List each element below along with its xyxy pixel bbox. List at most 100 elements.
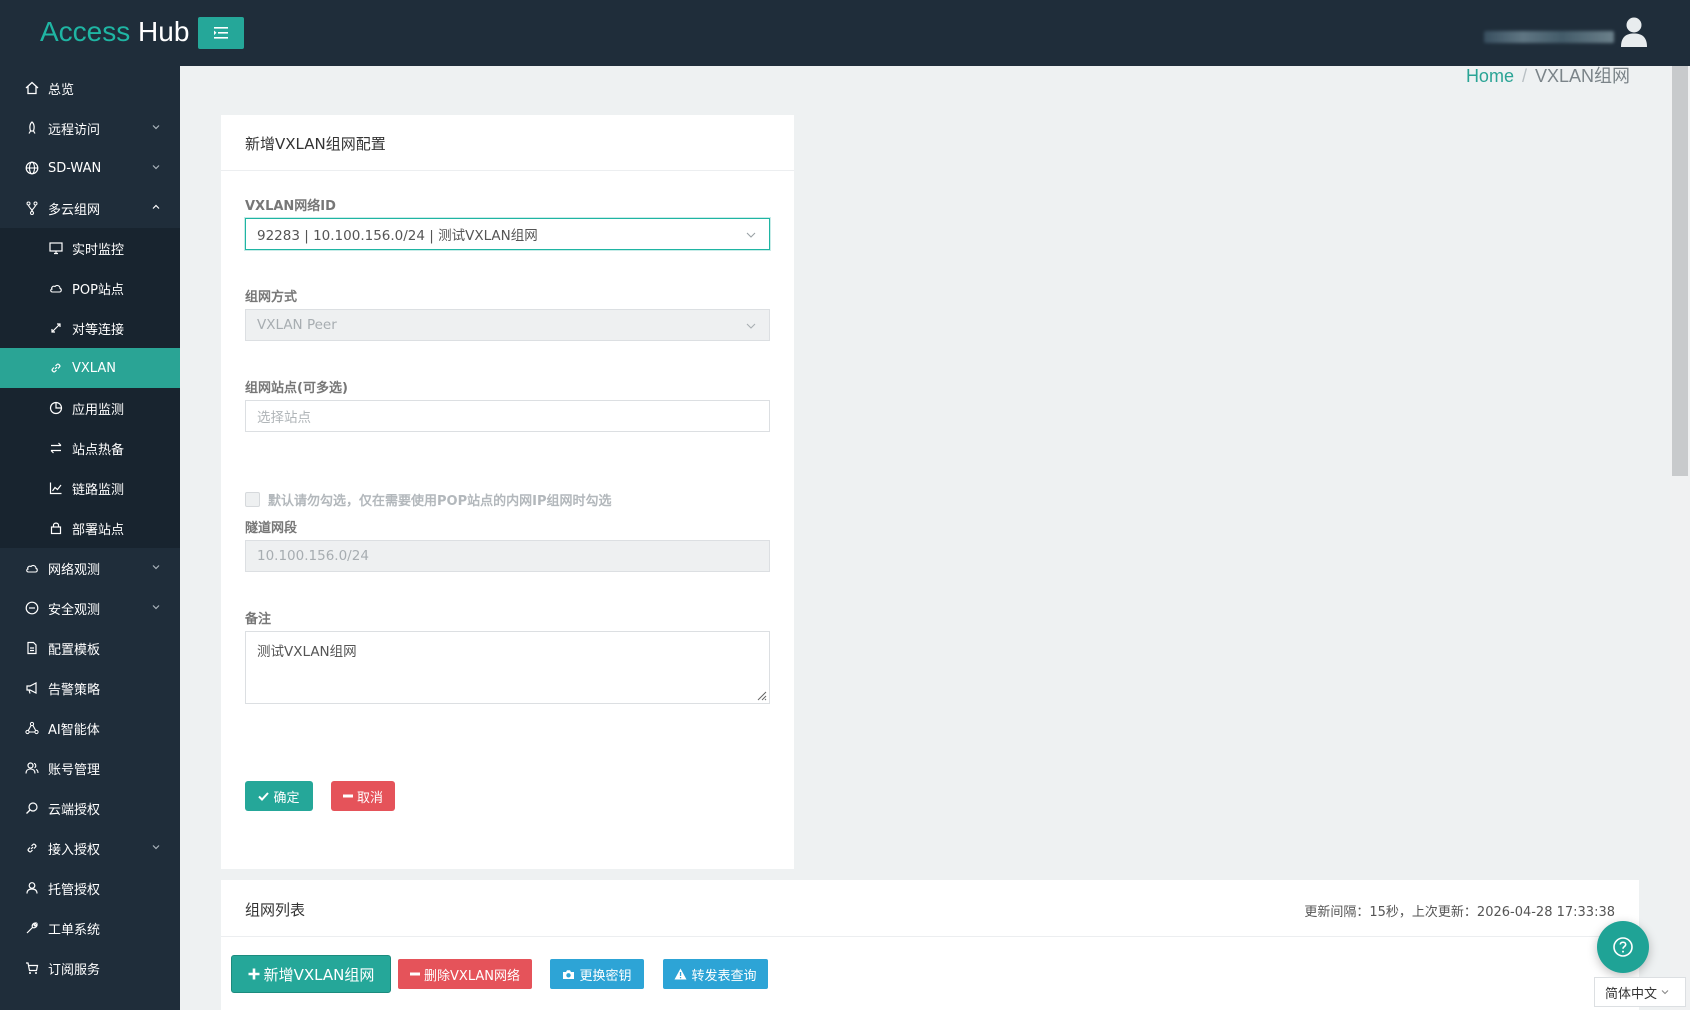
sidebar-item-config-templates[interactable]: 配置模板 (0, 628, 180, 668)
sidebar-item-label: 安全观测 (48, 602, 101, 618)
sidebar-item-hosted-auth[interactable]: 托管授权 (0, 868, 180, 908)
sidebar-item-label: 远程访问 (48, 122, 101, 138)
pop-ip-checkbox[interactable] (245, 492, 260, 507)
add-vxlan-button[interactable]: 新增VXLAN组网 (231, 955, 391, 993)
cloud-icon (24, 560, 40, 576)
sidebar-item-accounts[interactable]: 账号管理 (0, 748, 180, 788)
tunnel-label: 隧道网段 (245, 521, 298, 536)
sidebar-item-label: SD-WAN (48, 160, 102, 176)
sidebar-item-label: 总览 (48, 82, 75, 98)
sidebar-subitem-link-monitor[interactable]: 链路监测 (0, 468, 180, 508)
menu-toggle-button[interactable] (198, 17, 244, 49)
rekey-label: 更换密钥 (579, 968, 632, 984)
sidebar-item-network-observe[interactable]: 网络观测 (0, 548, 180, 588)
add-vxlan-label: 新增VXLAN组网 (263, 965, 375, 984)
submenu-multicloud: 实时监控 POP站点 对等连接 VXLAN 应用监测 站点热备 链路监测 部署站… (0, 228, 180, 548)
fork-icon (24, 200, 40, 216)
remark-label: 备注 (245, 612, 272, 627)
sidebar-item-label: 账号管理 (48, 762, 101, 778)
chevron-down-icon (1661, 990, 1669, 995)
sidebar-item-access-auth[interactable]: 接入授权 (0, 828, 180, 868)
sidebar-item-security-observe[interactable]: 安全观测 (0, 588, 180, 628)
sidebar-item-label: POP站点 (72, 282, 124, 298)
network-list-card: 组网列表 更新间隔：15秒，上次更新：2026-04-28 17:33:38 新… (221, 880, 1639, 1010)
link-icon (48, 360, 64, 376)
pop-ip-checkbox-row[interactable]: 默认请勿勾选，仅在需要使用POP站点的内网IP组网时勾选 (245, 490, 611, 509)
tunnel-value: 10.100.156.0/24 (257, 548, 369, 564)
divider (221, 936, 1639, 937)
sidebar-item-label: 对等连接 (72, 322, 125, 338)
sidebar-item-label: 配置模板 (48, 642, 101, 658)
language-select[interactable]: 简体中文 (1594, 977, 1686, 1007)
question-icon (1613, 937, 1633, 957)
delete-vxlan-label: 删除VXLAN网络 (424, 968, 520, 984)
sidebar-item-label: 订阅服务 (48, 962, 101, 978)
key-search-icon (24, 800, 40, 816)
minus-icon (342, 794, 353, 798)
chevron-up-icon (152, 204, 160, 209)
globe-icon (24, 160, 40, 176)
mode-label: 组网方式 (245, 290, 298, 305)
sidebar-item-multicloud[interactable]: 多云组网 (0, 188, 180, 228)
sidebar-item-label: VXLAN (72, 360, 116, 376)
arrows-diagonal-icon (48, 320, 64, 336)
mode-select[interactable]: VXLAN Peer (245, 309, 770, 341)
help-button[interactable] (1597, 921, 1649, 973)
sidebar-item-label: 部署站点 (72, 522, 125, 538)
breadcrumb-current: VXLAN组网 (1534, 66, 1630, 86)
chevron-down-icon (152, 605, 160, 610)
sidebar-item-subscription[interactable]: 订阅服务 (0, 948, 180, 988)
sites-select[interactable]: 选择站点 (245, 400, 770, 432)
remark-textarea[interactable]: 测试VXLAN组网 (245, 631, 770, 704)
breadcrumb: Home / VXLAN组网 (1466, 62, 1630, 88)
vxlan-id-label: VXLAN网络ID (245, 199, 336, 214)
sidebar-item-tickets[interactable]: 工单系统 (0, 908, 180, 948)
tunnel-input[interactable]: 10.100.156.0/24 (245, 540, 770, 572)
sidebar-subitem-peering[interactable]: 对等连接 (0, 308, 180, 348)
confirm-button[interactable]: 确定 (245, 781, 313, 811)
delete-vxlan-button[interactable]: 删除VXLAN网络 (398, 959, 532, 989)
sidebar-item-overview[interactable]: 总览 (0, 68, 180, 108)
monitor-icon (48, 240, 64, 256)
forward-table-button[interactable]: 转发表查询 (663, 959, 768, 989)
chevron-down-icon (152, 125, 160, 130)
sidebar-item-ai-agent[interactable]: AI智能体 (0, 708, 180, 748)
sidebar-subitem-realtime-monitor[interactable]: 实时监控 (0, 228, 180, 268)
wrench-icon (24, 920, 40, 936)
brand-logo[interactable]: Access Hub (40, 16, 189, 48)
sidebar-item-sdwan[interactable]: SD-WAN (0, 148, 180, 188)
cancel-button[interactable]: 取消 (331, 781, 395, 811)
brand-part1: Access (40, 16, 139, 47)
sidebar-subitem-deploy-sites[interactable]: 部署站点 (0, 508, 180, 548)
confirm-button-label: 确定 (273, 790, 300, 806)
minus-icon (410, 972, 421, 976)
sidebar-item-label: 实时监控 (72, 242, 125, 258)
users-icon (24, 760, 40, 776)
camera-icon (563, 969, 575, 979)
sites-placeholder: 选择站点 (257, 410, 311, 426)
sidebar-subitem-app-monitor[interactable]: 应用监测 (0, 388, 180, 428)
sidebar-subitem-pop-sites[interactable]: POP站点 (0, 268, 180, 308)
resize-handle-icon[interactable] (755, 689, 767, 701)
breadcrumb-separator: / (1521, 66, 1527, 86)
breadcrumb-home-link[interactable]: Home (1466, 66, 1514, 86)
vxlan-id-select[interactable]: 92283 | 10.100.156.0/24 | 测试VXLAN组网 (245, 218, 770, 250)
warning-icon (674, 968, 687, 980)
rekey-button[interactable]: 更换密钥 (550, 959, 644, 989)
rocket-icon (24, 120, 40, 136)
user-avatar-icon[interactable] (1620, 16, 1648, 48)
language-value: 简体中文 (1605, 986, 1658, 1002)
sidebar-item-label: 应用监测 (72, 402, 125, 418)
sidebar-item-alert-policy[interactable]: 告警策略 (0, 668, 180, 708)
page-scrollbar-thumb[interactable] (1672, 66, 1688, 476)
sidebar-subitem-vxlan[interactable]: VXLAN (0, 348, 180, 388)
cart-icon (24, 960, 40, 976)
check-icon (258, 791, 270, 801)
sites-label: 组网站点(可多选) (245, 381, 348, 396)
sidebar-subitem-hot-standby[interactable]: 站点热备 (0, 428, 180, 468)
sidebar-item-cloud-auth[interactable]: 云端授权 (0, 788, 180, 828)
sidebar-item-remote-access[interactable]: 远程访问 (0, 108, 180, 148)
sidebar-item-label: 告警策略 (48, 682, 101, 698)
form-title: 新增VXLAN组网配置 (245, 135, 386, 153)
sidebar: 总览 远程访问 SD-WAN 多云组网 实时监控 POP站点 对等连接 VXLA… (0, 66, 180, 1010)
